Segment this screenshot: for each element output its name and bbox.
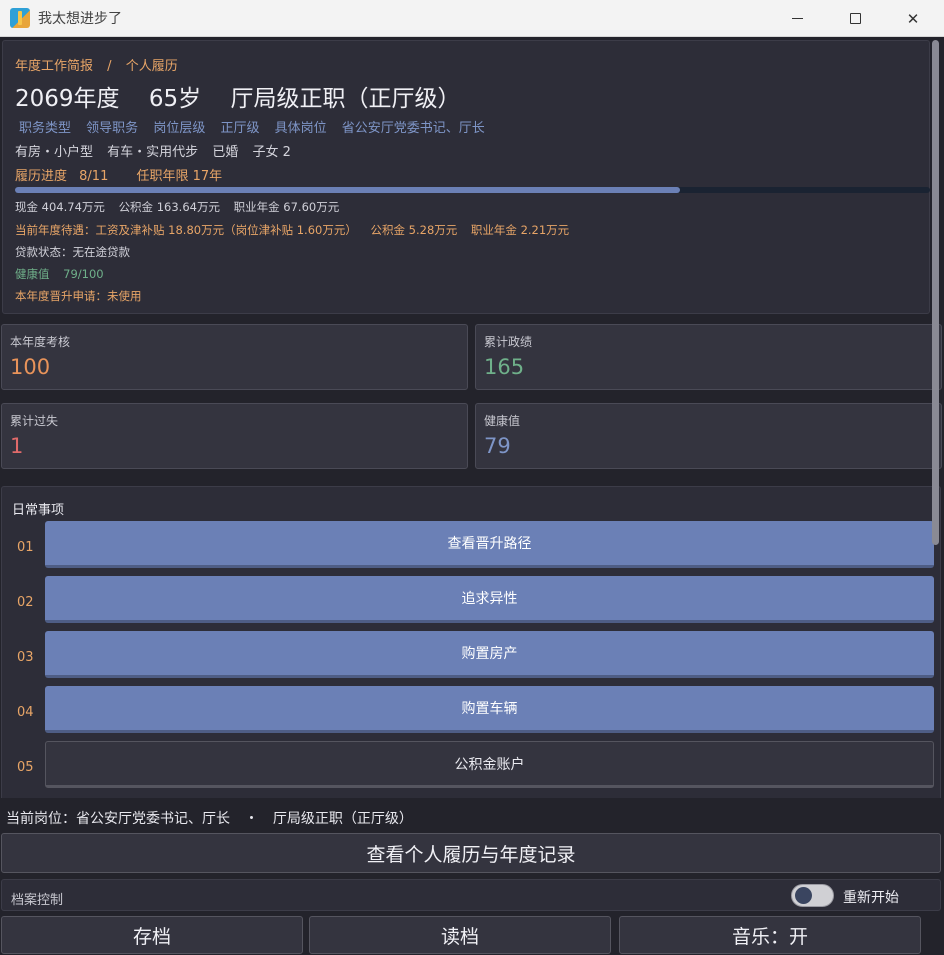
daily-affairs-panel: 日常事项 01 查看晋升路径 02 追求异性 03 购置房产 04 购置车辆 0…	[1, 486, 941, 798]
stat-label: 本年度考核	[10, 335, 71, 349]
car-status: 有车・实用代步	[107, 145, 199, 160]
maximize-button[interactable]	[826, 0, 884, 37]
item-number: 01	[17, 540, 34, 555]
title-bar: 我太想进步了 ✕	[0, 0, 944, 37]
money-line: 现金 404.74万元 公积金 163.64万元 职业年金 67.60万元	[15, 199, 349, 215]
view-history-button[interactable]: 查看个人履历与年度记录	[1, 833, 941, 873]
annuity-value: 职业年金 67.60万元	[233, 200, 340, 214]
tenure-label: 任职年限 17年	[136, 169, 223, 184]
stat-card-health: 健康值 79	[475, 403, 942, 469]
app-icon	[10, 8, 30, 28]
pursue-romance-button[interactable]: 追求异性	[45, 576, 934, 623]
breadcrumb: 年度工作简报 / 个人履历	[15, 55, 188, 74]
tag: 具体岗位	[274, 121, 327, 136]
health-label: 健康值	[15, 267, 50, 281]
housing-fund-benefit: 公积金 5.28万元	[370, 223, 458, 237]
buy-house-button[interactable]: 购置房产	[45, 631, 934, 678]
health-value: 79/100	[63, 267, 104, 281]
page-title: 2069年度 65岁 厅局级正职（正厅级）	[15, 79, 482, 113]
archive-label: 档案控制	[11, 893, 64, 908]
item-number: 04	[17, 705, 34, 720]
assets-line: 有房・小户型 有车・实用代步 已婚 子女 2	[15, 141, 301, 160]
progress-label: 履历进度	[15, 169, 68, 184]
year-label: 2069年度	[15, 86, 120, 112]
save-button[interactable]: 存档	[1, 916, 303, 954]
toggle-knob	[795, 887, 812, 904]
item-number: 02	[17, 595, 34, 610]
archive-control-bar: 档案控制 重新开始	[1, 879, 941, 911]
music-toggle-button[interactable]: 音乐：开	[619, 916, 921, 954]
stat-value: 100	[10, 355, 51, 379]
housing-fund-account-button[interactable]: 公积金账户	[45, 741, 934, 788]
stat-card-achievements: 累计政绩 165	[475, 324, 942, 390]
scrollbar-thumb[interactable]	[932, 40, 939, 545]
maximize-icon	[849, 13, 861, 24]
window-title: 我太想进步了	[38, 11, 122, 27]
breadcrumb-item: 个人履历	[125, 59, 178, 74]
minimize-button[interactable]	[768, 0, 826, 37]
close-icon: ✕	[906, 9, 920, 28]
promotion-status: 本年度晋升申请：未使用	[15, 289, 142, 303]
benefits-line: 当前年度待遇：工资及津补贴 18.80万元（岗位津补贴 1.60万元） 公积金 …	[15, 222, 579, 238]
rank-label: 厅局级正职（正厅级）	[230, 86, 461, 112]
tag: 省公安厅党委书记、厅长	[341, 121, 485, 136]
close-button[interactable]: ✕	[884, 0, 942, 37]
loan-status: 贷款状态：无在途贷款	[15, 245, 130, 259]
housing-fund-value: 公积金 163.64万元	[118, 200, 220, 214]
item-number: 03	[17, 650, 34, 665]
item-number: 05	[17, 760, 34, 775]
load-button[interactable]: 读档	[309, 916, 611, 954]
current-post-line: 当前岗位：省公安厅党委书记、厅长 ・ 厅局级正职（正厅级）	[6, 808, 423, 828]
restart-toggle[interactable]	[791, 884, 834, 907]
career-progress-fill	[15, 187, 681, 193]
stat-card-assessment: 本年度考核 100	[1, 324, 468, 390]
view-promotion-path-button[interactable]: 查看晋升路径	[45, 521, 934, 568]
children-status: 子女 2	[252, 145, 291, 160]
health-line: 健康值 79/100	[15, 266, 114, 282]
tag: 领导职务	[86, 121, 139, 136]
stat-value: 165	[484, 355, 525, 379]
tag: 职务类型	[19, 121, 72, 136]
main-scroll-area[interactable]: 年度工作简报 / 个人履历 2069年度 65岁 厅局级正职（正厅级） 职务类型…	[0, 38, 944, 798]
stat-value: 79	[484, 434, 511, 458]
marital-status: 已婚	[212, 145, 239, 160]
tag: 岗位层级	[153, 121, 206, 136]
current-post: 当前岗位：省公安厅党委书记、厅长	[6, 811, 230, 827]
age-label: 65岁	[148, 86, 202, 112]
breadcrumb-separator: /	[107, 59, 112, 74]
stat-value: 1	[10, 434, 24, 458]
minimize-icon	[791, 18, 803, 19]
career-progress-bar	[15, 187, 930, 193]
restart-label: 重新开始	[843, 890, 899, 906]
stat-card-faults: 累计过失 1	[1, 403, 468, 469]
stat-label: 累计过失	[10, 414, 59, 428]
annuity-benefit: 职业年金 2.21万元	[470, 223, 570, 237]
profile-panel: 年度工作简报 / 个人履历 2069年度 65岁 厅局级正职（正厅级） 职务类型…	[2, 40, 930, 314]
house-status: 有房・小户型	[15, 145, 94, 160]
separator: ・	[244, 811, 259, 827]
tag: 正厅级	[220, 121, 260, 136]
bottom-panel: 当前岗位：省公安厅党委书记、厅长 ・ 厅局级正职（正厅级） 查看个人履历与年度记…	[0, 798, 944, 955]
section-title: 日常事项	[12, 503, 65, 518]
breadcrumb-item: 年度工作简报	[15, 59, 94, 74]
position-tags: 职务类型 领导职务 岗位层级 正厅级 具体岗位 省公安厅党委书记、厅长	[19, 117, 496, 136]
stat-label: 健康值	[484, 414, 521, 428]
cash-value: 现金 404.74万元	[15, 200, 105, 214]
progress-value: 8/11	[79, 169, 109, 184]
career-progress-text: 履历进度 8/11 任职年限 17年	[15, 165, 230, 184]
salary-benefit: 当前年度待遇：工资及津补贴 18.80万元（岗位津补贴 1.60万元）	[15, 223, 357, 237]
stat-label: 累计政绩	[484, 335, 533, 349]
buy-car-button[interactable]: 购置车辆	[45, 686, 934, 733]
current-rank: 厅局级正职（正厅级）	[272, 811, 413, 827]
